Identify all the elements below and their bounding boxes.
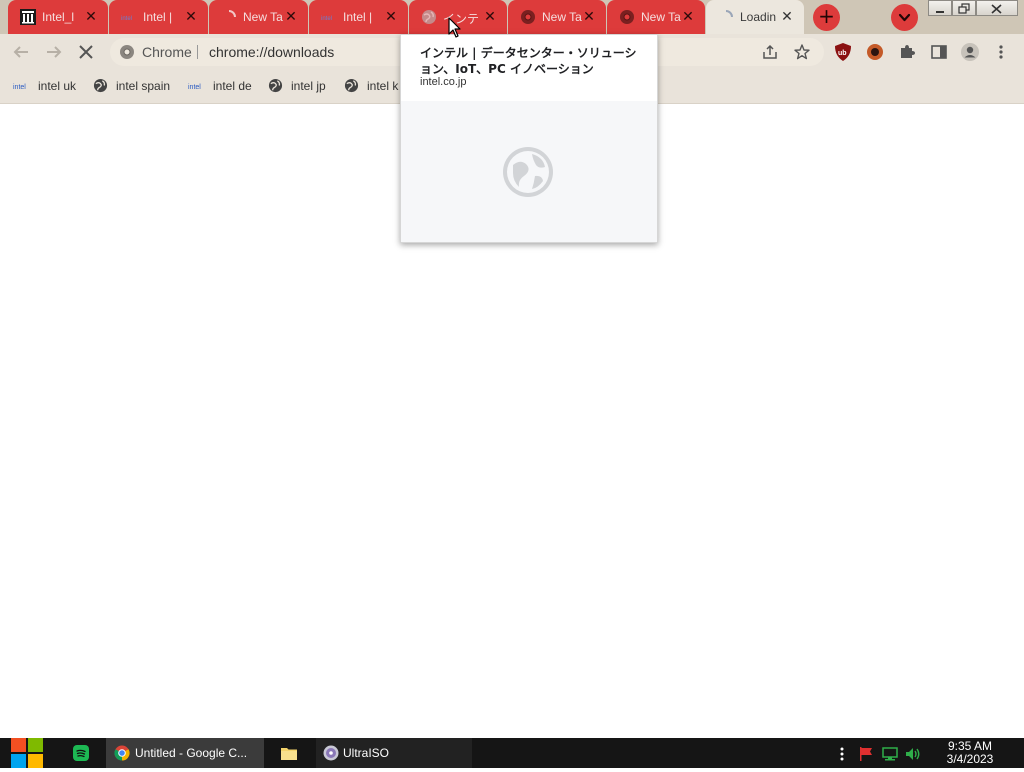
hover-card-preview bbox=[401, 101, 657, 242]
taskbar-file-explorer[interactable] bbox=[273, 738, 305, 768]
tab-1[interactable]: Intel_l ✕ bbox=[8, 0, 108, 34]
restore-button[interactable] bbox=[952, 0, 976, 16]
bookmark-intel-k[interactable]: intel k bbox=[344, 78, 398, 94]
bookmark-intel-jp[interactable]: intel jp bbox=[268, 78, 326, 94]
chrome-icon bbox=[120, 45, 134, 59]
new-tab-button[interactable]: + bbox=[813, 4, 840, 31]
back-arrow-icon[interactable] bbox=[9, 40, 33, 64]
tab-search-button[interactable] bbox=[891, 4, 918, 31]
side-panel-icon[interactable] bbox=[929, 42, 949, 62]
bookmark-intel-uk[interactable]: intel intel uk bbox=[13, 78, 76, 94]
forward-arrow-icon[interactable] bbox=[42, 40, 66, 64]
tab-close-icon[interactable]: ✕ bbox=[679, 8, 697, 26]
omnibox-divider bbox=[197, 45, 198, 59]
extension-avatar-icon[interactable] bbox=[865, 42, 885, 62]
tab-hover-card: インテル | データセンター・ソリューション、IoT、PC イノベーション in… bbox=[400, 34, 658, 243]
globe-icon bbox=[422, 10, 436, 24]
globe-icon bbox=[503, 147, 553, 197]
tab-4[interactable]: intel Intel | ✕ bbox=[309, 0, 408, 34]
ublock-origin-icon[interactable]: ub bbox=[833, 42, 853, 62]
tab-close-icon[interactable]: ✕ bbox=[382, 8, 400, 26]
tab-2[interactable]: intel Intel | ✕ bbox=[109, 0, 208, 34]
minimize-icon bbox=[936, 11, 944, 13]
close-icon bbox=[991, 4, 1002, 14]
intel-logo-icon: intel bbox=[188, 84, 201, 91]
tab-close-icon[interactable]: ✕ bbox=[182, 8, 200, 26]
intel-logo-icon: intel bbox=[13, 84, 26, 91]
network-icon[interactable] bbox=[882, 746, 898, 762]
intel-logo-icon: intel bbox=[321, 16, 332, 22]
hover-card-domain: intel.co.jp bbox=[420, 76, 467, 88]
close-window-button[interactable] bbox=[976, 0, 1018, 16]
tab-close-icon[interactable]: ✕ bbox=[580, 8, 598, 26]
ultraiso-disc-icon bbox=[323, 745, 339, 761]
intel-building-icon bbox=[20, 9, 36, 25]
tab-close-icon[interactable]: ✕ bbox=[282, 8, 300, 26]
svg-text:intel: intel bbox=[13, 84, 26, 91]
volume-icon[interactable] bbox=[905, 746, 921, 762]
svg-text:intel: intel bbox=[321, 16, 332, 22]
taskbar-spotify[interactable] bbox=[66, 738, 96, 768]
tab-7[interactable]: New Ta ✕ bbox=[607, 0, 705, 34]
tab-close-icon[interactable]: ✕ bbox=[778, 8, 796, 26]
chrome-icon bbox=[620, 10, 634, 24]
tab-close-icon[interactable]: ✕ bbox=[82, 8, 100, 26]
spotify-icon bbox=[73, 745, 89, 761]
tab-3[interactable]: New Ta ✕ bbox=[209, 0, 308, 34]
url-text[interactable]: chrome://downloads bbox=[209, 44, 334, 60]
tab-strip: Intel_l ✕ intel Intel | ✕ New Ta ✕ intel… bbox=[0, 0, 1024, 34]
chevron-down-icon bbox=[898, 13, 911, 22]
site-chip-label: Chrome bbox=[142, 44, 192, 60]
action-center-flag-icon[interactable] bbox=[858, 746, 874, 762]
start-button[interactable] bbox=[10, 738, 44, 768]
globe-icon bbox=[268, 79, 283, 93]
bookmark-intel-de[interactable]: intel intel de bbox=[188, 78, 252, 94]
folder-icon bbox=[281, 748, 297, 760]
svg-text:intel: intel bbox=[121, 16, 132, 22]
globe-icon bbox=[93, 79, 108, 93]
svg-text:ub: ub bbox=[838, 50, 847, 57]
more-menu-icon[interactable] bbox=[993, 42, 1009, 62]
loading-spinner-icon bbox=[228, 10, 236, 18]
restore-icon bbox=[958, 3, 970, 14]
chrome-icon bbox=[521, 10, 535, 24]
intel-logo-icon: intel bbox=[121, 16, 132, 22]
extensions-puzzle-icon[interactable] bbox=[897, 42, 917, 62]
tab-close-icon[interactable]: ✕ bbox=[481, 8, 499, 26]
tab-6[interactable]: New Ta ✕ bbox=[508, 0, 606, 34]
minimize-button[interactable] bbox=[928, 0, 952, 16]
profile-avatar-icon[interactable] bbox=[960, 42, 980, 62]
svg-text:intel: intel bbox=[188, 84, 201, 91]
system-clock[interactable]: 9:35 AM 3/4/2023 bbox=[936, 740, 1004, 766]
taskbar-chrome[interactable]: Untitled - Google C... bbox=[106, 738, 264, 768]
overflow-tray-icon[interactable] bbox=[836, 746, 848, 762]
globe-icon bbox=[344, 79, 359, 93]
bookmark-intel-spain[interactable]: intel spain bbox=[93, 78, 170, 94]
windows-logo-icon bbox=[11, 738, 43, 768]
share-icon[interactable] bbox=[761, 43, 779, 61]
mouse-cursor-icon bbox=[448, 17, 461, 38]
tab-8-active[interactable]: Loadin ✕ bbox=[706, 0, 804, 34]
window-controls bbox=[928, 0, 1018, 18]
loading-spinner-icon bbox=[725, 10, 733, 18]
stop-loading-icon[interactable] bbox=[74, 40, 98, 64]
taskbar-ultraiso[interactable]: UltraISO bbox=[316, 738, 472, 768]
chrome-icon bbox=[114, 745, 130, 761]
bookmark-star-icon[interactable] bbox=[793, 43, 811, 61]
hover-card-title: インテル | データセンター・ソリューション、IoT、PC イノベーション bbox=[420, 46, 637, 76]
taskbar: Untitled - Google C... UltraISO 9:35 AM bbox=[0, 738, 1024, 768]
clock-date: 3/4/2023 bbox=[946, 752, 994, 766]
